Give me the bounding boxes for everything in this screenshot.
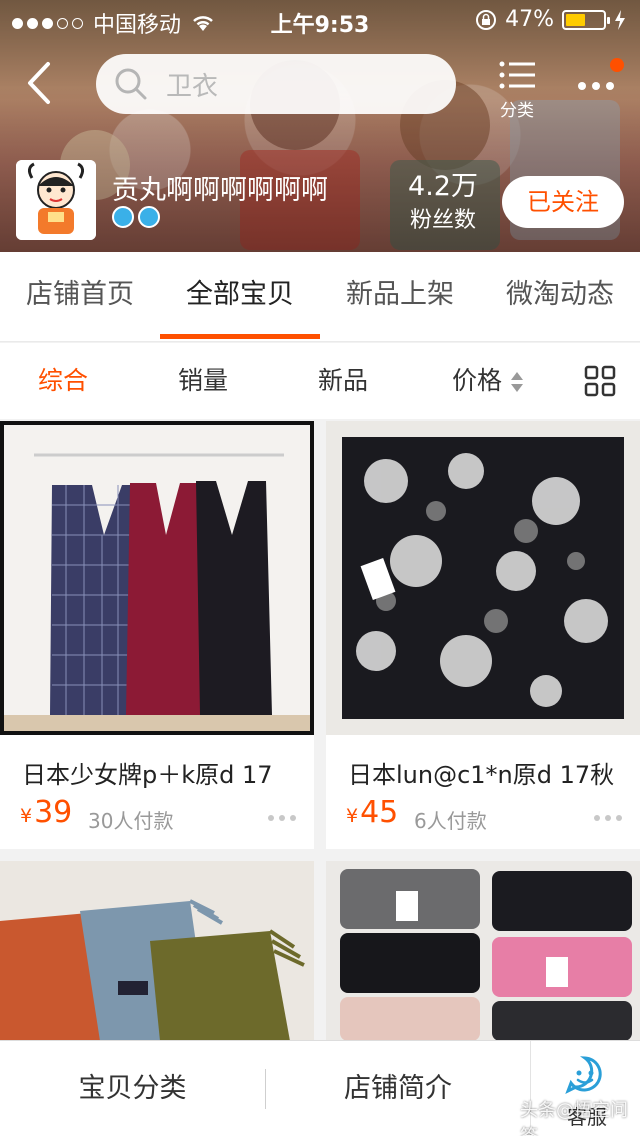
sort-price[interactable]: 价格 (452, 343, 524, 419)
charging-icon (615, 9, 625, 30)
product-image[interactable] (0, 861, 314, 1041)
shop-avatar[interactable] (16, 160, 96, 240)
active-tab-indicator (160, 334, 320, 339)
tshirts-image (326, 861, 640, 1041)
follow-button[interactable]: 已关注 (502, 176, 624, 228)
category-label: 分类 (500, 101, 534, 121)
tab-new-arrivals[interactable]: 新品上架 (320, 252, 480, 342)
floral-top-image (326, 421, 640, 735)
status-bar: 中国移动 上午9:53 47% (0, 0, 640, 40)
grid-view-icon[interactable] (584, 365, 616, 397)
dresses-image (4, 425, 310, 731)
crown-icon (138, 206, 160, 228)
shop-intro-button[interactable]: 店铺简介 (266, 1041, 530, 1136)
category-button[interactable]: 分类 (494, 60, 540, 121)
sort-arrows-icon (511, 372, 524, 392)
shop-level-badges (112, 206, 160, 228)
product-title: 日本少女牌p＋k原d 17 (22, 761, 273, 789)
more-button[interactable] (576, 58, 624, 98)
product-image[interactable] (0, 421, 314, 735)
battery-icon (562, 9, 610, 30)
shop-name: 贡丸啊啊啊啊啊啊 (112, 175, 328, 206)
product-card[interactable]: 日本少女牌p＋k原d 17 ¥39 30人付款 (0, 421, 314, 849)
watermark: 头条@悟空问答 (520, 1100, 628, 1136)
notification-badge (610, 58, 624, 72)
item-category-button[interactable]: 宝贝分类 (0, 1041, 265, 1136)
fans-count: 4.2万 (408, 171, 478, 202)
search-icon (115, 68, 147, 100)
battery-percent: 47% (505, 7, 554, 32)
sort-price-label: 价格 (452, 366, 503, 395)
product-title: 日本lun@c1*n原d 17秋 (348, 761, 615, 789)
customer-service-icon[interactable] (565, 1055, 605, 1095)
fans-label: 粉丝数 (409, 208, 476, 233)
sort-new[interactable]: 新品 (318, 343, 368, 419)
more-icon (578, 82, 586, 90)
product-price: ¥45 (346, 795, 399, 830)
product-sales: 30人付款 (88, 809, 174, 833)
product-image[interactable] (326, 861, 640, 1041)
search-placeholder: 卫衣 (166, 71, 219, 102)
tab-home[interactable]: 店铺首页 (0, 252, 160, 342)
sort-comprehensive[interactable]: 综合 (38, 343, 88, 419)
product-image[interactable] (326, 421, 640, 735)
crown-icon (112, 206, 134, 228)
tab-weitao[interactable]: 微淘动态 (480, 252, 640, 342)
scarves-image (0, 861, 314, 1041)
cartoon-girl-icon (16, 160, 96, 240)
sort-bar: 综合 销量 新品 价格 (0, 343, 640, 419)
sort-sales[interactable]: 销量 (178, 343, 228, 419)
product-card[interactable]: 日本lun@c1*n原d 17秋 ¥45 6人付款 (326, 421, 640, 849)
more-options-icon[interactable] (268, 815, 296, 821)
shop-tabs: 店铺首页 全部宝贝 新品上架 微淘动态 (0, 252, 640, 342)
back-icon[interactable] (22, 60, 58, 106)
list-icon (499, 61, 535, 89)
rotation-lock-icon (476, 9, 497, 30)
search-bar[interactable]: 卫衣 (96, 54, 456, 114)
product-sales: 6人付款 (414, 809, 487, 833)
fans-info: 4.2万 粉丝数 (388, 172, 498, 234)
tab-all-items[interactable]: 全部宝贝 (160, 252, 320, 342)
more-options-icon[interactable] (594, 815, 622, 821)
product-price: ¥39 (20, 795, 73, 830)
shop-page: { "status_bar": { "carrier": "中国移动", "ti… (0, 0, 640, 1136)
